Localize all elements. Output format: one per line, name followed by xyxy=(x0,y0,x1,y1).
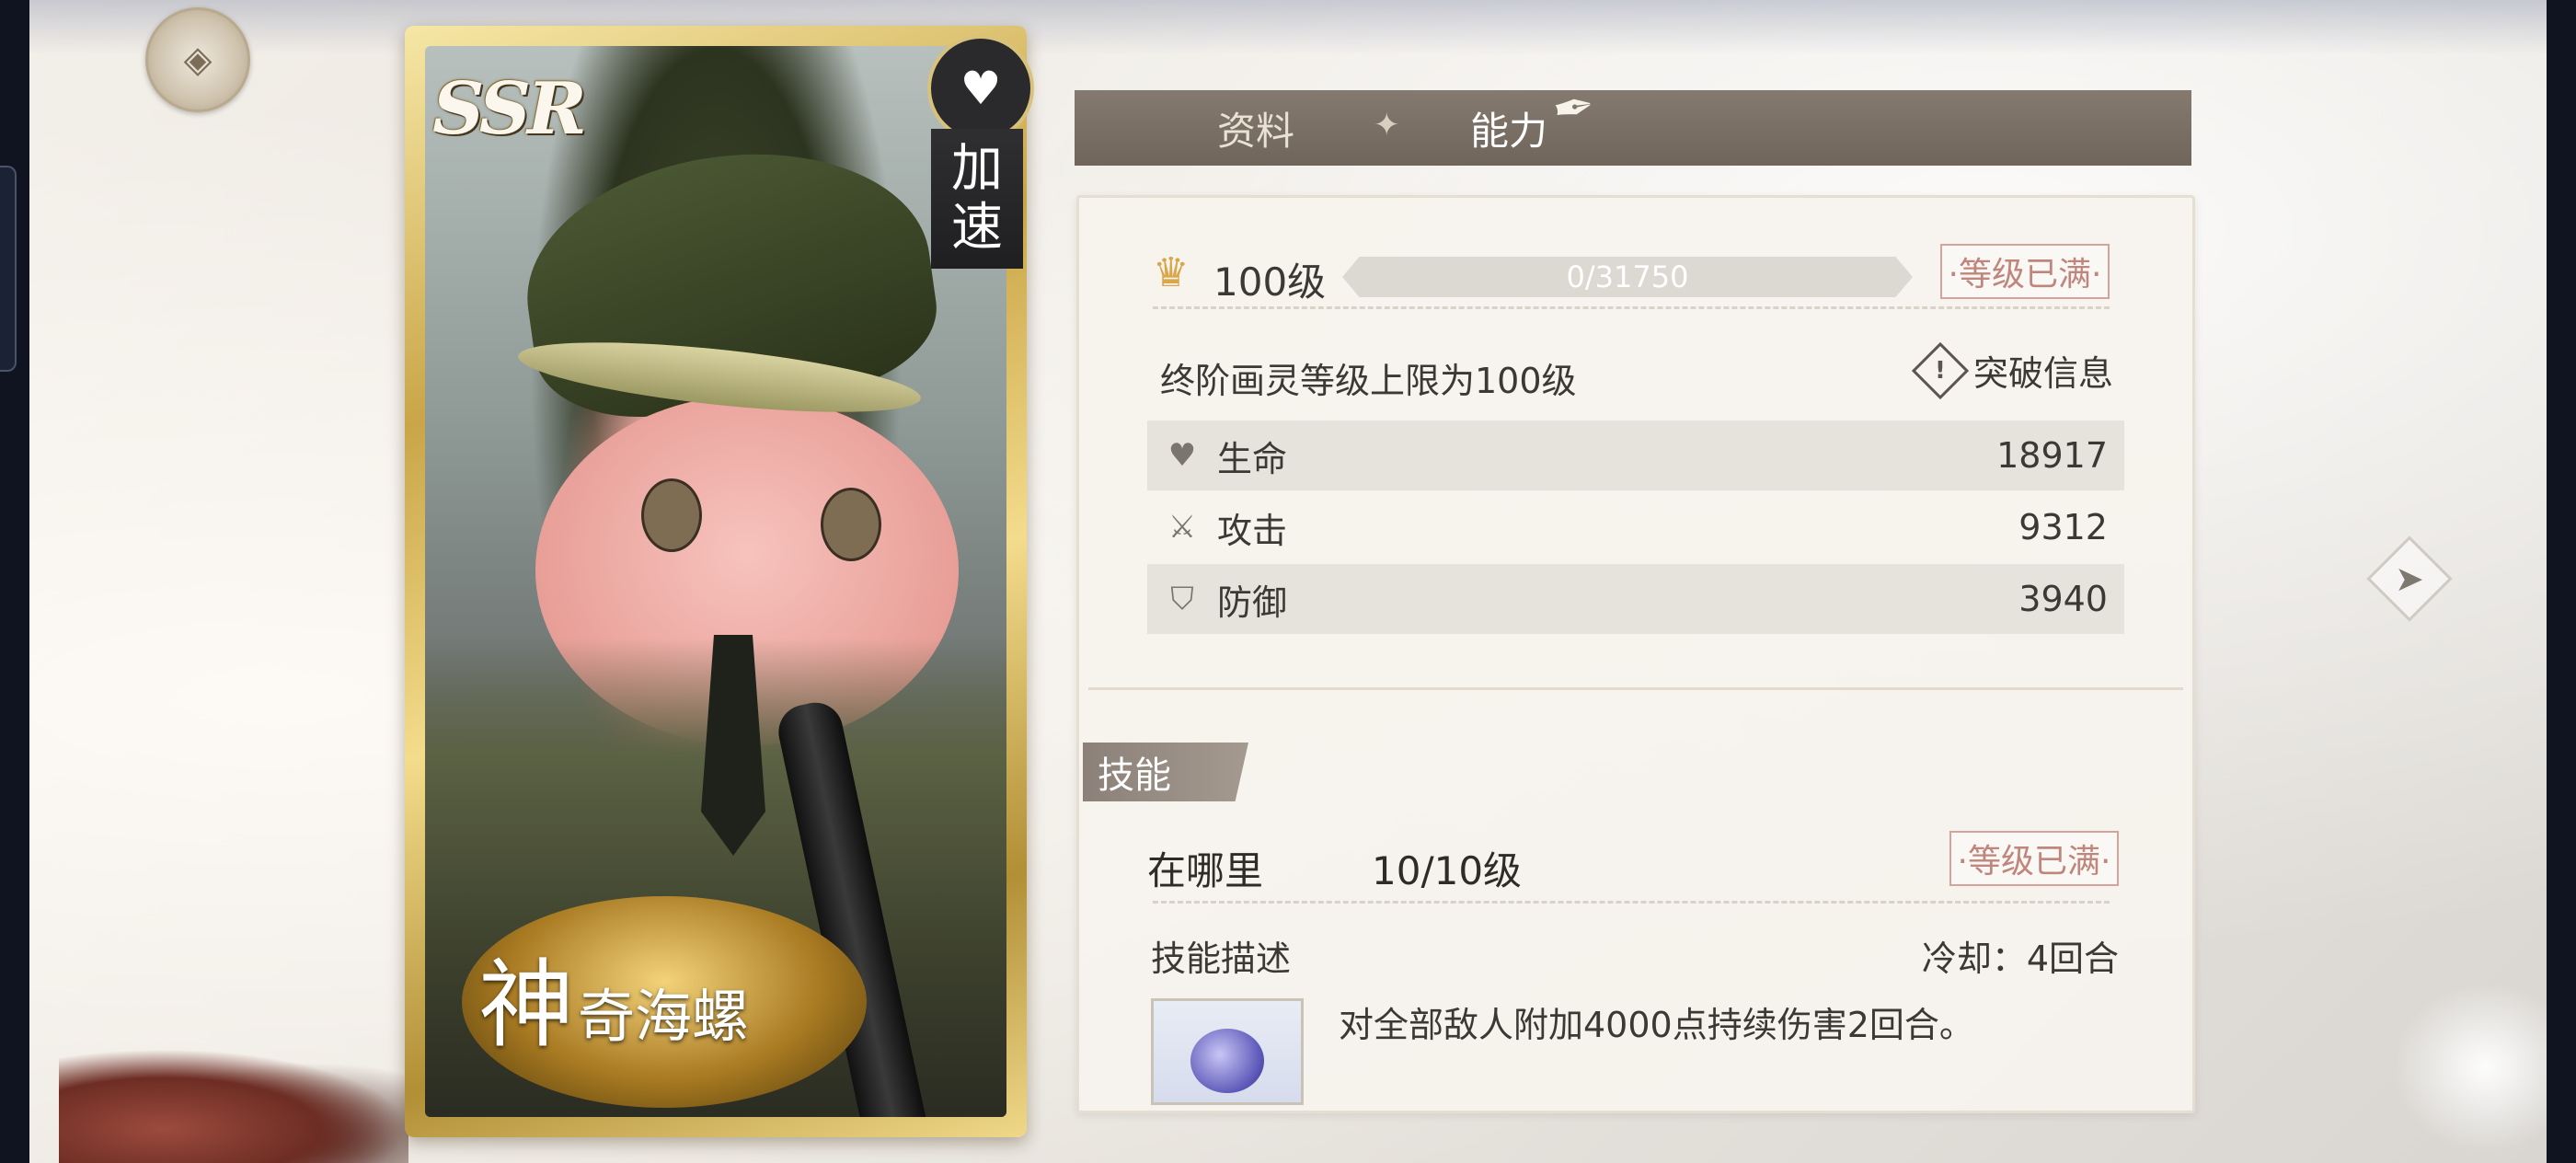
eye-art xyxy=(821,488,881,561)
level-maxed-badge: ·等级已满· xyxy=(1940,244,2110,299)
stat-value: 3940 xyxy=(2018,579,2108,619)
level-label: 100级 xyxy=(1213,259,1327,305)
compass-icon: ◈ xyxy=(183,39,213,81)
section-divider xyxy=(1079,669,2192,706)
skill-name: 在哪里 xyxy=(1147,848,1264,893)
crossed-swords-icon: ⚔ xyxy=(1167,509,1197,546)
favorite-button[interactable]: ♥ xyxy=(927,35,1034,142)
divider xyxy=(1153,901,2110,904)
stat-value: 18917 xyxy=(1996,435,2108,476)
xp-text: 0/31750 xyxy=(1566,259,1689,294)
tab-ability[interactable]: 能力 xyxy=(1470,90,1547,166)
warning-diamond-icon: ! xyxy=(1911,341,1970,399)
crown-icon: ♛ xyxy=(1153,249,1190,296)
skills-section: 技能 在哪里 10/10级 ·等级已满· 技能描述 冷却：4回合 对全部敌人附加… xyxy=(1079,706,2192,1111)
rarity-badge: SSR xyxy=(416,44,600,173)
side-handle[interactable] xyxy=(0,166,17,372)
stat-row-attack: ⚔ 攻击 9312 xyxy=(1147,492,2124,562)
rarity-text: SSR xyxy=(432,66,587,151)
character-name: 神 奇海螺 xyxy=(478,957,749,1053)
home-emblem-icon: ◈ xyxy=(145,7,250,112)
type-tag-char-2: 速 xyxy=(951,198,1003,258)
breakthrough-info-label: 突破信息 xyxy=(1972,353,2113,394)
stat-row-defense: ⛉ 防御 3940 xyxy=(1147,564,2124,634)
character-name-rest: 奇海螺 xyxy=(578,983,750,1050)
stat-label: 攻击 xyxy=(1217,510,1288,551)
tab-bar: 资料 ✦ 能力 ✒ xyxy=(1075,76,2191,166)
stat-row-hp: ♥ 生命 18917 xyxy=(1147,420,2124,490)
level-row: ♛ 100级 0/31750 ·等级已满· xyxy=(1153,244,2110,308)
heart-icon: ♥ xyxy=(1167,437,1197,474)
skill-icon[interactable] xyxy=(1151,998,1304,1105)
butterfly-decoration xyxy=(2385,975,2547,1159)
stat-label: 防御 xyxy=(1217,582,1288,623)
ability-panel: ♛ 100级 0/31750 ·等级已满· 终阶画灵等级上限为100级 ! 突破… xyxy=(1076,195,2195,1113)
arrow-right-icon: ➤ xyxy=(2395,558,2424,599)
skill-description: 对全部敌人附加4000点持续伤害2回合。 xyxy=(1339,1005,1974,1045)
character-name-first: 神 xyxy=(478,949,575,1061)
tab-profile[interactable]: 资料 xyxy=(1217,90,1294,166)
type-tag: 加 速 xyxy=(931,129,1023,269)
heartbeat-icon: ♥ xyxy=(960,62,1002,115)
type-tag-char-1: 加 xyxy=(951,139,1003,199)
tab-separator-icon: ✦ xyxy=(1374,107,1400,144)
skill-cooldown: 冷却：4回合 xyxy=(1921,938,2119,979)
home-button[interactable]: ◈ xyxy=(138,0,258,120)
level-cap-text: 终阶画灵等级上限为100级 xyxy=(1160,361,1577,401)
breakthrough-info-button[interactable]: ! 突破信息 xyxy=(1911,341,2113,399)
skill-orb-art xyxy=(1190,1029,1264,1093)
skills-header: 技能 xyxy=(1083,743,1248,801)
skill-level: 10/10级 xyxy=(1372,848,1523,893)
skill-description-label: 技能描述 xyxy=(1151,938,1292,979)
xp-progress-bar: 0/31750 xyxy=(1342,257,1913,297)
divider xyxy=(1153,306,2110,309)
stats-section: ♛ 100级 0/31750 ·等级已满· 终阶画灵等级上限为100级 ! 突破… xyxy=(1079,198,2192,676)
stat-value: 9312 xyxy=(2018,507,2108,547)
shield-icon: ⛉ xyxy=(1170,581,1194,617)
skill-maxed-badge: ·等级已满· xyxy=(1949,831,2119,886)
rose-decoration xyxy=(59,1049,408,1163)
stat-label: 生命 xyxy=(1217,438,1288,479)
eye-art xyxy=(641,478,702,552)
